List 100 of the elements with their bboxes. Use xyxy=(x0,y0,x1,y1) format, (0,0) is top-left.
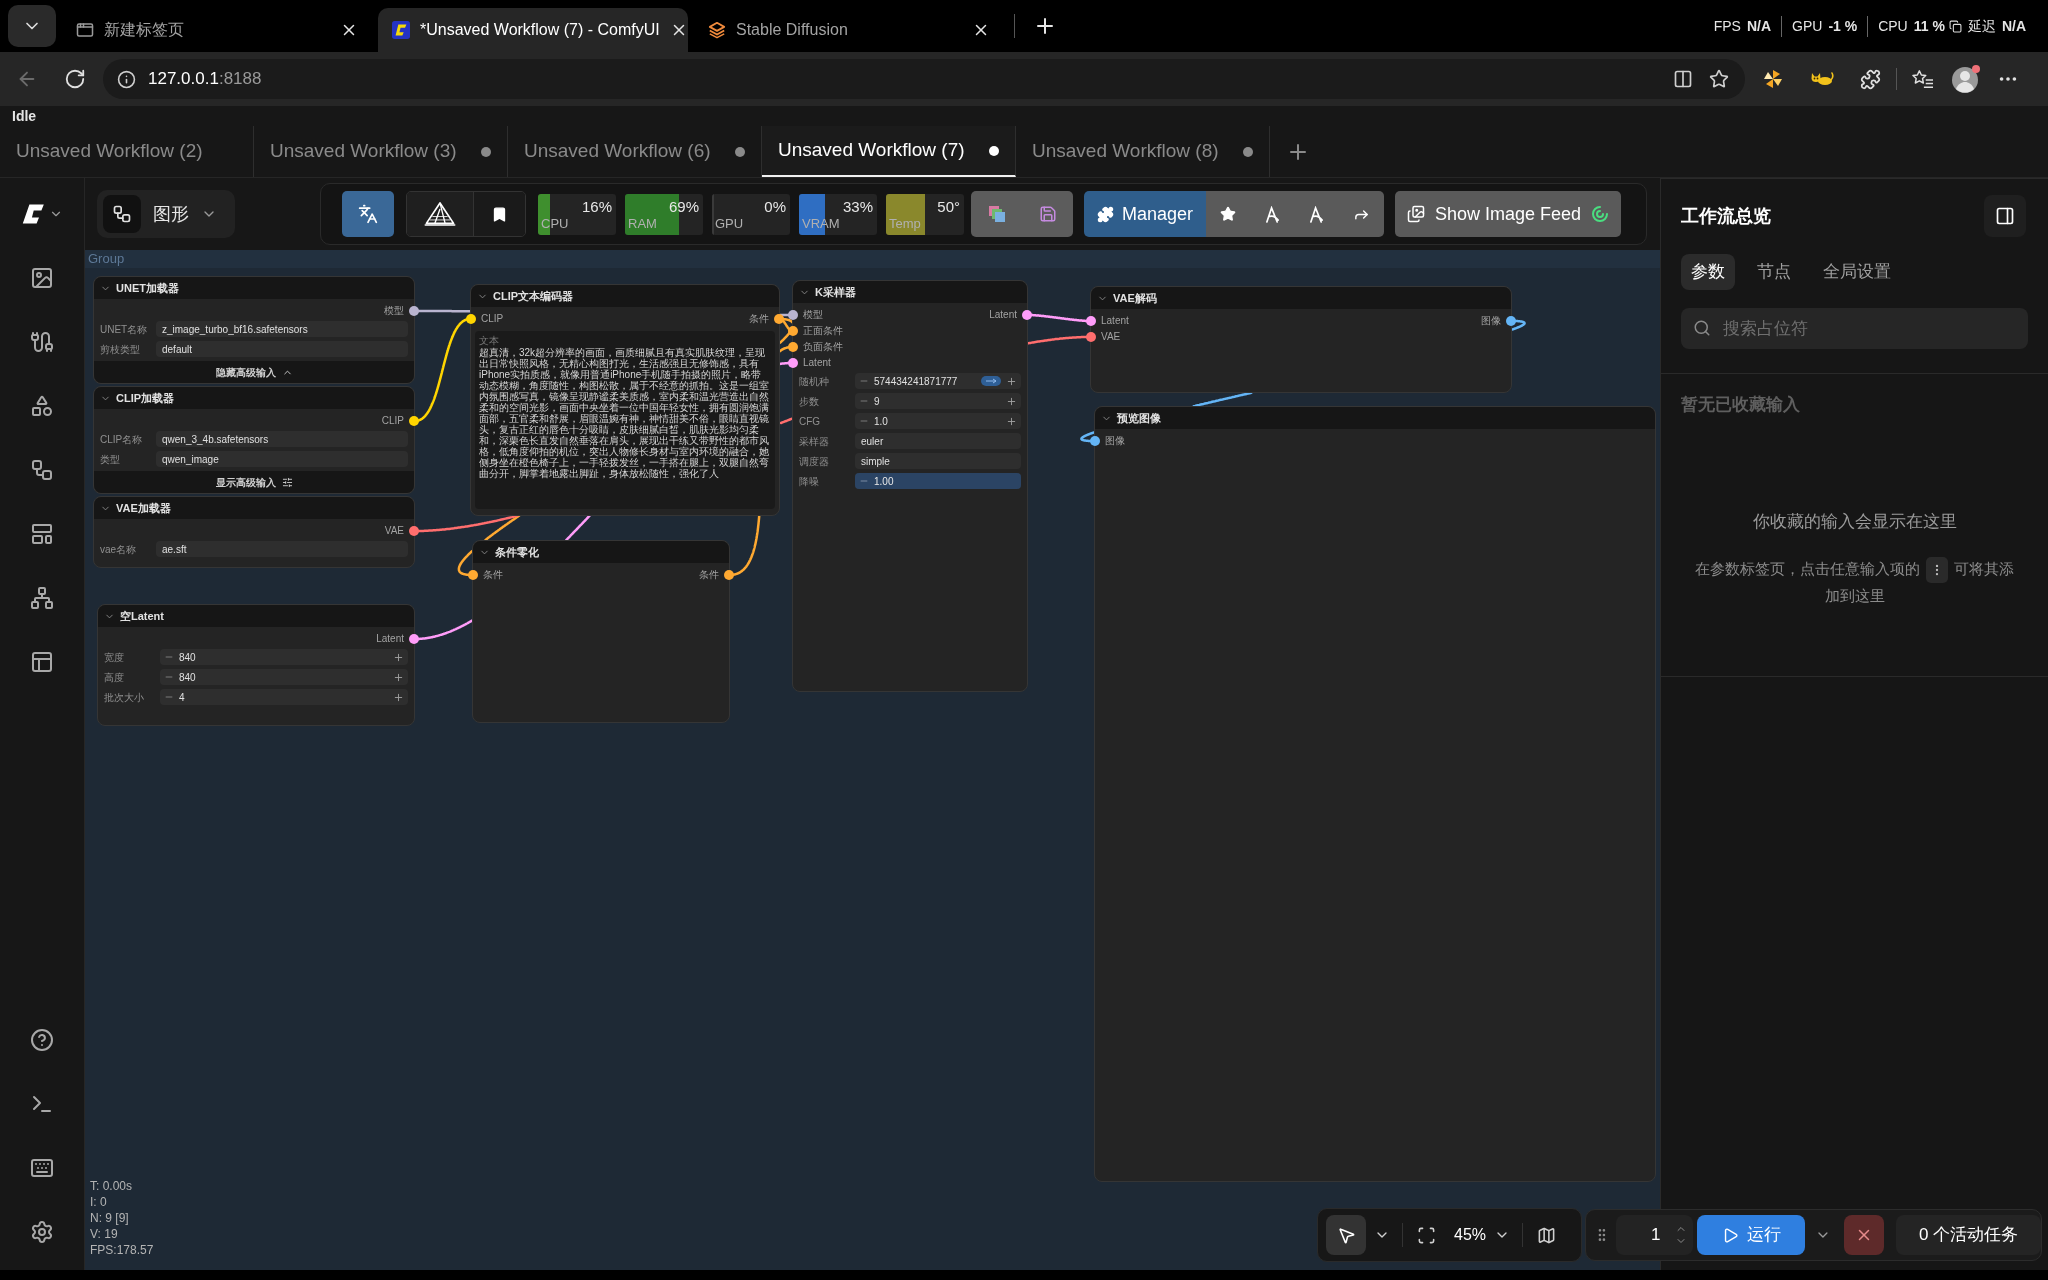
number-field[interactable]: 4 xyxy=(160,689,408,705)
dropdown-field[interactable]: z_image_turbo_bf16.safetensors xyxy=(156,321,408,337)
number-field[interactable]: 574434241871777 xyxy=(855,373,1021,389)
panel-tab[interactable]: 全局设置 xyxy=(1813,254,1901,290)
widget-label: vae名称 xyxy=(100,542,138,557)
plus-icon[interactable] xyxy=(1006,415,1017,427)
split-screen-icon[interactable] xyxy=(1673,69,1693,89)
mountain-logo-icon xyxy=(423,201,457,227)
translate-button[interactable] xyxy=(342,191,394,237)
port-label: CLIP xyxy=(481,312,504,326)
workflow-tab[interactable]: Unsaved Workflow (2) xyxy=(0,126,254,177)
address-field[interactable]: 127.0.0.1:8188 xyxy=(103,59,1745,99)
widget-label: CFG xyxy=(799,414,822,429)
extensions-icon[interactable] xyxy=(1860,68,1881,90)
widget-label: 步数 xyxy=(799,394,820,409)
number-field[interactable]: 840 xyxy=(160,649,408,665)
reload-icon[interactable] xyxy=(64,68,86,90)
workflow-icon[interactable] xyxy=(30,458,54,482)
avatar-icon[interactable] xyxy=(1951,64,1981,94)
widget-label: CLIP名称 xyxy=(100,432,144,447)
logo-button[interactable] xyxy=(407,192,474,236)
number-field[interactable]: 840 xyxy=(160,669,408,685)
dropdown-field[interactable]: default xyxy=(156,341,408,357)
queue-button[interactable]: 0 个活动任务 xyxy=(1896,1215,2041,1255)
workflow-tab[interactable]: Unsaved Workflow (8) xyxy=(1016,126,1270,177)
group-header: Group xyxy=(85,250,1660,268)
save-button[interactable] xyxy=(1022,191,1073,237)
stop-button[interactable] xyxy=(1844,1215,1885,1255)
pinwheel-icon[interactable] xyxy=(1763,69,1783,89)
graph-view-button[interactable] xyxy=(103,195,141,233)
plus-icon[interactable] xyxy=(393,671,404,683)
browser-tab[interactable]: Stable Diffusion xyxy=(694,8,1004,52)
help-icon[interactable] xyxy=(30,1028,54,1052)
advanced-inputs-toggle[interactable]: 隐藏高级输入 xyxy=(215,364,293,380)
panel-tab[interactable]: 节点 xyxy=(1747,254,1801,290)
port-label: CLIP xyxy=(381,414,404,428)
search-field[interactable]: 搜索占位符 xyxy=(1681,308,2028,349)
copy-button[interactable] xyxy=(971,191,1022,237)
letter-a-icon xyxy=(1308,205,1324,223)
arrow-pill-icon[interactable] xyxy=(981,376,1001,386)
plus-icon[interactable] xyxy=(1006,375,1017,387)
workflow-tab[interactable]: Unsaved Workflow (3) xyxy=(254,126,508,177)
logo-icon[interactable] xyxy=(21,202,45,226)
widget-label: UNET名称 xyxy=(100,322,149,337)
slider-track[interactable]: 1.00 xyxy=(855,473,1021,489)
url-text[interactable]: 127.0.0.1:8188 xyxy=(148,66,262,92)
letter-a-icon xyxy=(1264,205,1280,223)
number-field[interactable]: 9 xyxy=(855,393,1021,409)
minimap-icon[interactable] xyxy=(1537,1225,1557,1245)
dropdown-field[interactable]: simple xyxy=(855,453,1021,469)
image-feed-button[interactable]: Show Image Feed xyxy=(1395,191,1621,237)
select-tool-button[interactable] xyxy=(1326,1215,1366,1255)
dropdown-field[interactable]: qwen_image xyxy=(156,451,408,467)
widget-label: 类型 xyxy=(100,452,121,467)
widget-label: 降噪 xyxy=(799,474,820,489)
stat-label: 延迟 xyxy=(1967,16,1996,36)
shapes-icon[interactable] xyxy=(30,394,54,418)
plus-icon[interactable] xyxy=(1006,395,1017,407)
fit-view-icon[interactable] xyxy=(1417,1225,1436,1245)
link-wire xyxy=(564,514,591,542)
star-icon xyxy=(1220,206,1236,222)
port-label: 条件 xyxy=(749,312,769,326)
node-title: UNET加载器 xyxy=(116,280,179,296)
dropdown-field[interactable]: qwen_3_4b.safetensors xyxy=(156,431,408,447)
view-dropdown[interactable]: 图形 xyxy=(97,190,235,238)
favorites-icon[interactable] xyxy=(1912,69,1934,89)
plus-icon[interactable] xyxy=(393,691,404,703)
network-icon[interactable] xyxy=(30,586,54,610)
browser-tab[interactable]: *Unsaved Workflow (7) - ComfyUI xyxy=(378,8,688,52)
dropdown-field[interactable]: ae.sft xyxy=(156,541,408,557)
dropdown-field[interactable]: euler xyxy=(855,433,1021,449)
plus-icon[interactable] xyxy=(393,651,404,663)
stat-label: GPU xyxy=(1792,16,1823,36)
run-button[interactable]: 运行 xyxy=(1697,1215,1805,1255)
stat-value: -1 % xyxy=(1828,16,1858,36)
keyboard-icon[interactable] xyxy=(30,1156,54,1180)
cat-icon[interactable] xyxy=(1810,71,1834,87)
layers-icon xyxy=(708,21,726,39)
number-field[interactable]: 1.0 xyxy=(855,413,1021,429)
star-icon[interactable] xyxy=(1709,69,1729,89)
widget-label: 高度 xyxy=(104,670,125,685)
workflow-tab[interactable]: Unsaved Workflow (7) xyxy=(762,126,1016,177)
browser-tab[interactable]: 新建标签页 xyxy=(62,8,372,52)
cable-icon[interactable] xyxy=(30,330,54,354)
image-icon[interactable] xyxy=(30,266,54,290)
info-icon[interactable] xyxy=(117,69,136,89)
panel-tab[interactable]: 参数 xyxy=(1681,254,1735,290)
advanced-inputs-toggle[interactable]: 显示高级输入 xyxy=(215,474,293,490)
logo-icon xyxy=(392,21,410,39)
meter-label: RAM xyxy=(628,215,657,233)
layout-icon[interactable] xyxy=(30,650,54,674)
zoom-level-button[interactable]: 45% xyxy=(1454,1223,1511,1247)
panel-toggle-button[interactable] xyxy=(1984,195,2026,237)
template-icon[interactable] xyxy=(30,522,54,546)
bookmark-button[interactable] xyxy=(474,192,525,236)
link-wire xyxy=(1192,391,1253,408)
meter-reading: 33% xyxy=(842,196,873,217)
manager-button[interactable]: Manager xyxy=(1084,191,1206,237)
settings-icon[interactable] xyxy=(30,1220,54,1244)
star-button[interactable] xyxy=(1206,191,1250,237)
